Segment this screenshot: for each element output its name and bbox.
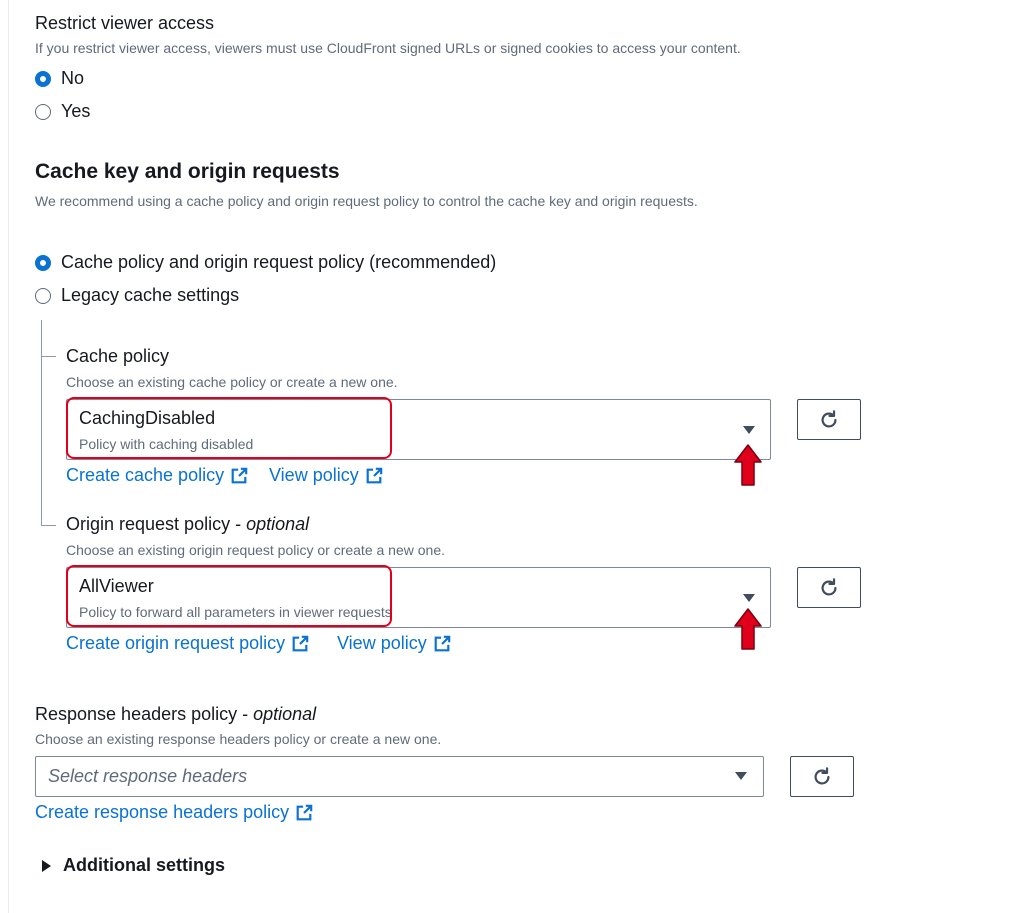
radio-viewer-access-yes[interactable]: Yes: [35, 101, 90, 122]
response-headers-policy-description: Choose an existing response headers poli…: [35, 731, 442, 747]
refresh-icon: [814, 766, 830, 785]
origin-request-policy-select[interactable]: AllViewer Policy to forward all paramete…: [66, 567, 771, 628]
cache-key-heading: Cache key and origin requests: [35, 160, 340, 183]
page-left-border: [8, 0, 9, 913]
radio-label: Legacy cache settings: [61, 285, 240, 305]
radio-button-checked[interactable]: [35, 70, 51, 87]
cache-key-description: We recommend using a cache policy and or…: [35, 193, 698, 209]
tree-connector-vertical: [41, 320, 42, 526]
create-response-headers-policy-link[interactable]: Create response headers policy: [35, 802, 313, 823]
radio-label: No: [61, 68, 85, 88]
radio-label: Yes: [61, 101, 91, 121]
radio-viewer-access-no[interactable]: No: [35, 68, 84, 89]
link-text: View policy: [337, 633, 427, 653]
red-arrow-icon: [734, 444, 762, 486]
caret-right-icon[interactable]: [42, 859, 51, 872]
link-text: Create origin request policy: [66, 633, 286, 653]
cache-policy-description: Choose an existing cache policy or creat…: [66, 374, 398, 390]
radio-cache-policy-recommended[interactable]: Cache policy and origin request policy (…: [35, 252, 496, 273]
response-headers-policy-label: Response headers policy - optional: [35, 704, 316, 725]
label-text: Response headers policy -: [35, 704, 254, 724]
response-headers-placeholder: Select response headers: [48, 766, 248, 786]
optional-marker: optional: [253, 704, 317, 724]
additional-settings-expander[interactable]: Additional settings: [42, 855, 225, 876]
cache-policy-select[interactable]: CachingDisabled Policy with caching disa…: [66, 399, 771, 460]
caret-down-icon[interactable]: [735, 772, 747, 780]
optional-marker: optional: [246, 514, 310, 534]
label-text: Origin request policy -: [66, 514, 247, 534]
view-cache-policy-link[interactable]: View policy: [269, 465, 383, 486]
create-cache-policy-link[interactable]: Create cache policy: [66, 465, 248, 486]
radio-button-checked[interactable]: [35, 254, 51, 271]
external-link-icon: [296, 804, 313, 820]
response-headers-policy-select[interactable]: Select response headers: [35, 756, 764, 797]
external-link-icon: [434, 635, 450, 651]
radio-button-unchecked[interactable]: [35, 287, 51, 304]
external-link-icon: [292, 635, 309, 651]
cache-policy-label: Cache policy: [66, 346, 170, 366]
origin-request-policy-selected-value: AllViewer: [79, 576, 154, 596]
caret-down-icon[interactable]: [743, 426, 755, 434]
restrict-viewer-access-label: Restrict viewer access: [35, 13, 215, 33]
refresh-origin-request-policy-button[interactable]: [797, 567, 861, 608]
external-link-icon: [366, 467, 382, 483]
restrict-viewer-access-description: If you restrict viewer access, viewers m…: [35, 40, 741, 56]
link-text: Create cache policy: [66, 465, 225, 485]
refresh-response-headers-button[interactable]: [790, 756, 854, 797]
link-text: Create response headers policy: [35, 802, 290, 822]
origin-request-policy-selected-description: Policy to forward all parameters in view…: [79, 604, 392, 620]
tree-connector-origin-policy: [41, 525, 56, 526]
tree-connector-cache-policy: [41, 356, 56, 357]
refresh-icon: [821, 409, 837, 428]
cache-policy-selected-description: Policy with caching disabled: [79, 436, 254, 452]
radio-button-unchecked[interactable]: [35, 103, 51, 120]
view-origin-request-policy-link[interactable]: View policy: [337, 633, 451, 654]
refresh-cache-policy-button[interactable]: [797, 399, 861, 440]
origin-request-policy-label: Origin request policy - optional: [66, 514, 309, 535]
additional-settings-label: Additional settings: [63, 855, 225, 875]
link-text: View policy: [269, 465, 359, 485]
radio-label: Cache policy and origin request policy (…: [61, 252, 497, 272]
cache-policy-selected-value: CachingDisabled: [79, 408, 216, 428]
radio-legacy-cache-settings[interactable]: Legacy cache settings: [35, 285, 239, 306]
caret-down-icon[interactable]: [743, 594, 755, 602]
refresh-icon: [821, 577, 837, 596]
create-origin-request-policy-link[interactable]: Create origin request policy: [66, 633, 309, 654]
origin-request-policy-description: Choose an existing origin request policy…: [66, 542, 445, 558]
red-arrow-icon: [734, 608, 762, 650]
external-link-icon: [231, 467, 248, 483]
